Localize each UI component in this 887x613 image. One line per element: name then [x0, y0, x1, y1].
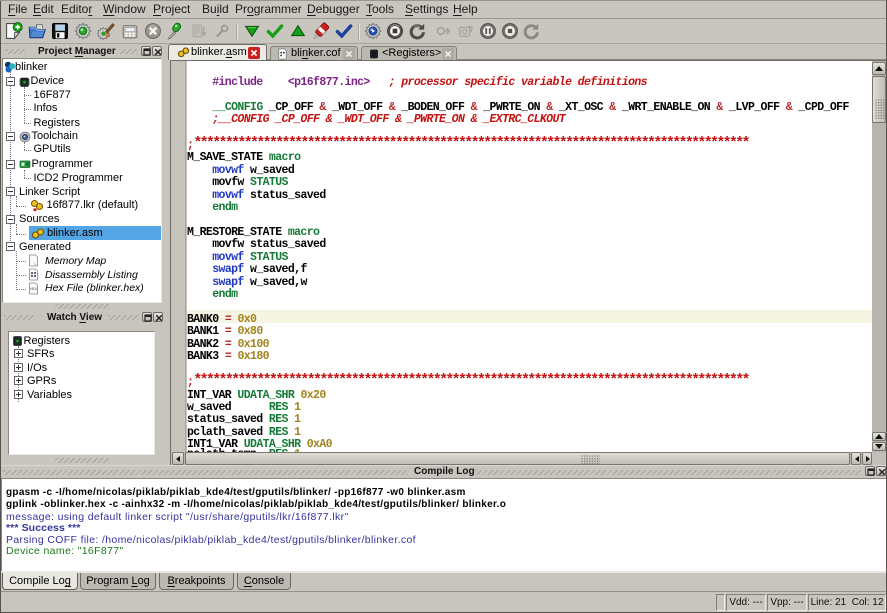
svg-text:HEX: HEX — [30, 287, 38, 291]
